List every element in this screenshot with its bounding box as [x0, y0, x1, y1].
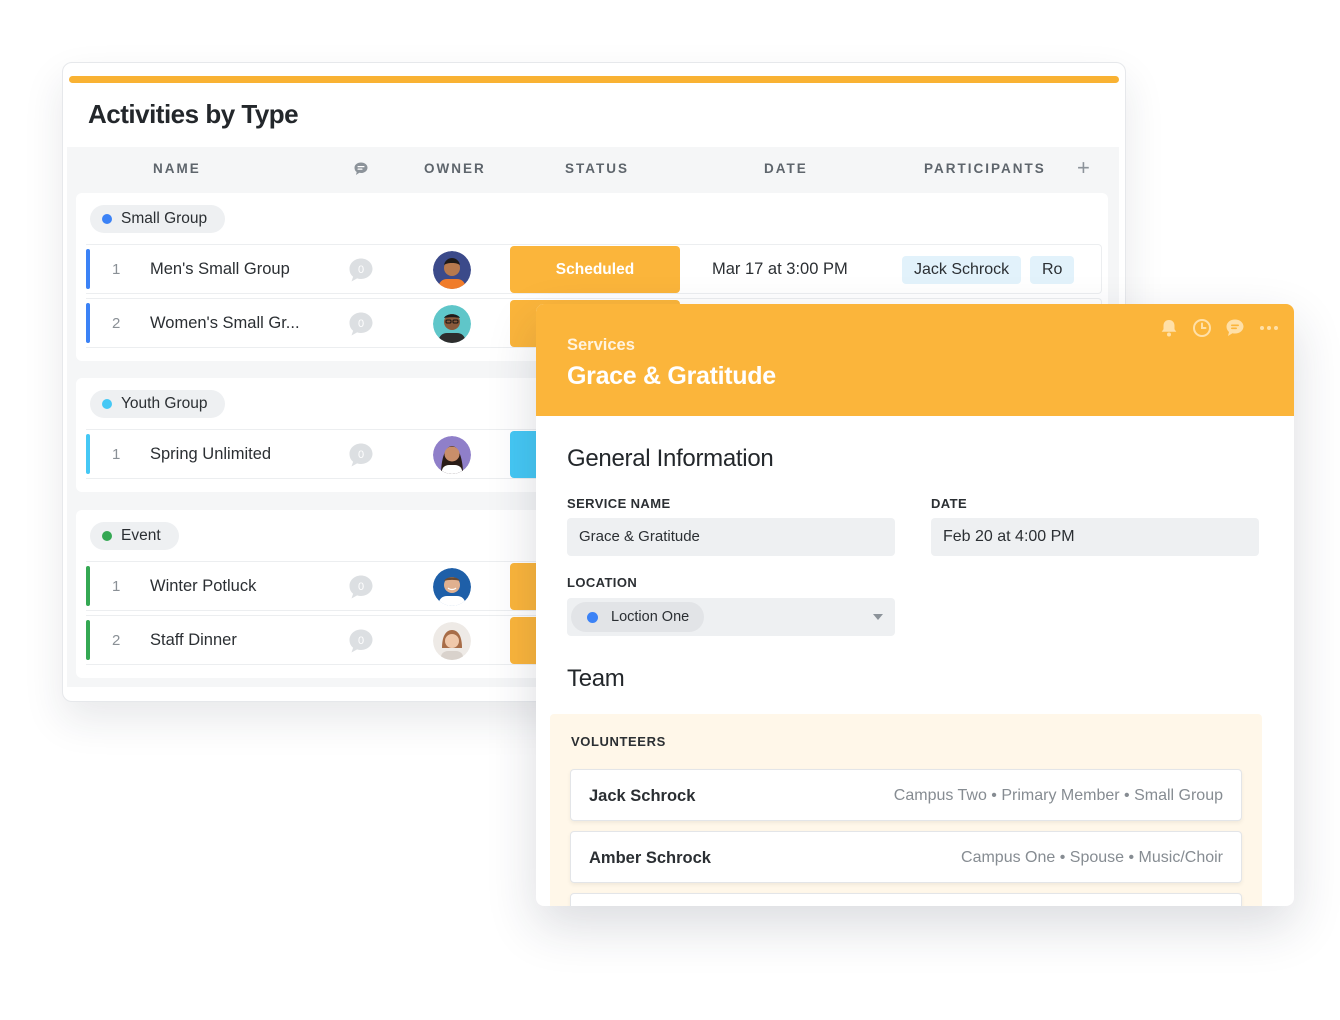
date-label: DATE [931, 496, 968, 511]
volunteer-name: Jack Schrock [589, 787, 696, 805]
row-number: 2 [112, 632, 121, 649]
location-label: LOCATION [567, 575, 638, 590]
location-color-dot [587, 612, 598, 623]
comment-count-icon[interactable]: 0 [348, 628, 374, 654]
service-name-label: SERVICE NAME [567, 496, 671, 511]
board-accent-bar [69, 76, 1119, 83]
comment-count-icon[interactable]: 0 [348, 311, 374, 337]
row-name[interactable]: Staff Dinner [150, 631, 237, 650]
volunteer-card[interactable]: Amber Schrock Campus One • Spouse • Musi… [570, 831, 1242, 883]
comment-count-icon[interactable]: 0 [348, 442, 374, 468]
clock-icon[interactable] [1191, 317, 1213, 339]
comment-count: 0 [358, 318, 364, 330]
table-row[interactable]: 1 Men's Small Group 0 Scheduled Mar 17 a… [86, 244, 1102, 294]
row-name[interactable]: Winter Potluck [150, 577, 256, 596]
column-header-owner[interactable]: OWNER [424, 161, 486, 176]
group-chip-small-group[interactable]: Small Group [90, 205, 226, 233]
volunteers-label: VOLUNTEERS [571, 734, 666, 749]
section-title-general: General Information [567, 445, 774, 472]
bell-icon[interactable] [1158, 317, 1180, 339]
comment-icon [354, 162, 368, 175]
volunteer-name: Amber Schrock [589, 849, 711, 867]
comment-count-icon[interactable]: 0 [348, 574, 374, 600]
row-number: 1 [112, 261, 121, 278]
row-color-bar [86, 566, 90, 606]
row-name[interactable]: Men's Small Group [150, 260, 290, 279]
participant-tag[interactable]: Jack Schrock [902, 256, 1022, 284]
row-name[interactable]: Spring Unlimited [150, 445, 271, 464]
volunteers-panel: VOLUNTEERS Jack Schrock Campus Two • Pri… [550, 714, 1262, 906]
row-color-bar [86, 303, 90, 343]
row-color-bar [86, 434, 90, 474]
record-type-label: Services [567, 336, 635, 354]
service-name-field[interactable]: Grace & Gratitude [567, 518, 895, 556]
chevron-down-icon[interactable] [873, 614, 883, 620]
comment-count: 0 [358, 264, 364, 276]
record-title: Grace & Gratitude [567, 362, 776, 390]
add-column-button[interactable]: + [1077, 157, 1090, 179]
volunteer-meta: Campus Two • Primary Member • Small Grou… [893, 787, 1223, 804]
column-header-status[interactable]: STATUS [565, 161, 629, 176]
detail-header: Services Grace & Gratitude [536, 304, 1294, 416]
group-color-dot [102, 399, 112, 409]
owner-avatar[interactable] [433, 305, 471, 343]
comment-count: 0 [358, 449, 364, 461]
owner-avatar[interactable] [433, 251, 471, 289]
volunteer-card[interactable]: Jack Schrock Campus Two • Primary Member… [570, 769, 1242, 821]
more-icon[interactable] [1258, 317, 1280, 339]
group-label: Event [121, 527, 161, 544]
participant-tag[interactable]: Ro [1030, 256, 1075, 284]
column-header-name[interactable]: NAME [153, 161, 201, 176]
comment-count: 0 [358, 581, 364, 593]
row-color-bar [86, 249, 90, 289]
column-header-participants[interactable]: PARTICIPANTS [924, 161, 1046, 176]
group-label: Youth Group [121, 395, 208, 412]
row-number: 1 [112, 578, 121, 595]
owner-avatar[interactable] [433, 568, 471, 606]
comment-count: 0 [358, 635, 364, 647]
row-number: 2 [112, 315, 121, 332]
row-date[interactable]: Mar 17 at 3:00 PM [712, 260, 848, 279]
volunteer-meta: Campus One • Spouse • Music/Choir [961, 849, 1223, 866]
volunteer-card[interactable] [570, 893, 1242, 906]
group-color-dot [102, 531, 112, 541]
group-chip-event[interactable]: Event [90, 522, 179, 550]
group-color-dot [102, 214, 112, 224]
location-select[interactable]: Loction One [567, 598, 895, 636]
row-number: 1 [112, 446, 121, 463]
status-badge[interactable]: Scheduled [510, 246, 680, 293]
board-title: Activities by Type [88, 99, 299, 129]
group-chip-youth-group[interactable]: Youth Group [90, 390, 226, 418]
section-title-team: Team [567, 665, 625, 692]
group-label: Small Group [121, 210, 208, 227]
comment-icon[interactable] [1224, 317, 1246, 339]
comment-count-icon[interactable]: 0 [348, 257, 374, 283]
owner-avatar[interactable] [433, 622, 471, 660]
location-value: Loction One [611, 609, 690, 625]
row-name[interactable]: Women's Small Gr... [150, 314, 300, 333]
owner-avatar[interactable] [433, 436, 471, 474]
date-field[interactable]: Feb 20 at 4:00 PM [931, 518, 1259, 556]
row-color-bar [86, 620, 90, 660]
column-header-date[interactable]: DATE [764, 161, 808, 176]
service-detail-panel: Services Grace & Gratitude General Infor… [536, 304, 1294, 906]
location-chip: Loction One [571, 602, 705, 632]
